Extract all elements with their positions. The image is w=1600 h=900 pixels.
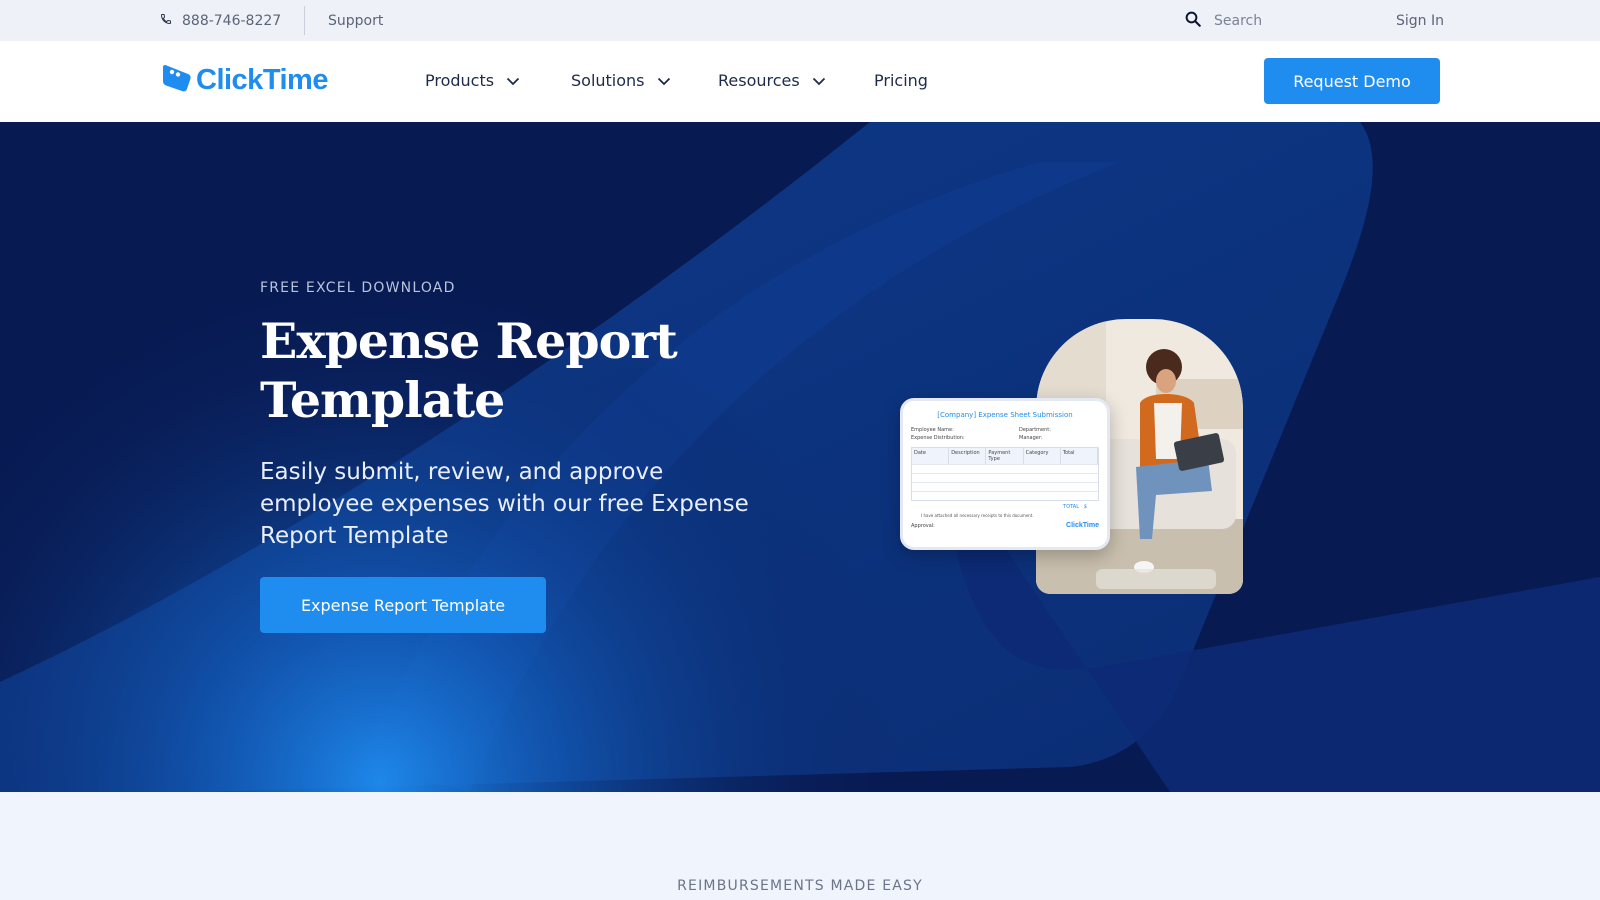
hero-eyebrow: FREE EXCEL DOWNLOAD xyxy=(260,280,456,296)
sheet-field-label: Department: xyxy=(1019,427,1051,433)
logo-text: ClickTime xyxy=(196,63,328,96)
nav-solutions[interactable]: Solutions xyxy=(571,41,671,119)
phone-number: 888-746-8227 xyxy=(182,12,282,29)
nav-label: Resources xyxy=(718,70,800,90)
logo[interactable]: ClickTime xyxy=(160,63,328,97)
hero-subtitle: Easily submit, review, and approve emplo… xyxy=(260,459,749,549)
sheet-table-row xyxy=(912,482,1098,491)
sheet-column: Date xyxy=(912,448,950,464)
nav-pricing[interactable]: Pricing xyxy=(874,41,928,119)
phone-icon xyxy=(160,13,172,29)
sheet-field-label: Manager: xyxy=(1019,435,1043,441)
sheet-note: I have attached all necessary receipts t… xyxy=(921,513,1034,518)
sheet-table-row xyxy=(912,464,1098,473)
main-nav: ClickTime Products Solutions Resources P… xyxy=(0,41,1600,122)
phone-link[interactable]: 888-746-8227 xyxy=(160,0,281,41)
utility-divider xyxy=(304,6,305,35)
nav-label: Products xyxy=(425,70,495,90)
nav-resources[interactable]: Resources xyxy=(718,41,826,119)
reimbursements-section: REIMBURSEMENTS MADE EASY xyxy=(0,792,1600,900)
sheet-column: Payment Type xyxy=(986,448,1024,464)
utility-bar: 888-746-8227 Support Search Sign In xyxy=(0,0,1600,41)
expense-template-button[interactable]: Expense Report Template xyxy=(260,577,546,633)
sheet-logo: ClickTime xyxy=(1066,522,1099,529)
nav-products[interactable]: Products xyxy=(425,41,520,119)
chevron-down-icon xyxy=(506,71,520,90)
search-placeholder[interactable]: Search xyxy=(1214,13,1262,29)
sheet-approval-row: Approval: ClickTime xyxy=(911,522,1099,529)
sheet-table-row xyxy=(912,491,1098,500)
chevron-down-icon xyxy=(657,71,671,90)
sheet-field-label: Expense Distribution: xyxy=(911,435,965,441)
sheet-total-value: $ xyxy=(1083,504,1087,510)
sheet-table-row xyxy=(912,473,1098,482)
nav-label: Pricing xyxy=(874,70,928,90)
sheet-table-header: Date Description Payment Type Category T… xyxy=(912,448,1099,464)
sheet-approval-label: Approval: xyxy=(911,522,935,529)
search-icon[interactable] xyxy=(1184,10,1202,32)
hero-section: FREE EXCEL DOWNLOAD Expense Report Templ… xyxy=(0,122,1600,792)
chevron-down-icon xyxy=(812,71,826,90)
sign-in-link[interactable]: Sign In xyxy=(1396,0,1444,41)
expense-sheet-preview: [Company] Expense Sheet Submission Emplo… xyxy=(900,398,1110,550)
support-link[interactable]: Support xyxy=(328,0,383,41)
sheet-column: Category xyxy=(1024,448,1061,464)
search-field[interactable]: Search xyxy=(1184,0,1262,41)
sheet-table: Date Description Payment Type Category T… xyxy=(911,447,1099,501)
hero-background xyxy=(0,122,1600,792)
nav-label: Solutions xyxy=(571,70,645,90)
sheet-column: Description xyxy=(949,448,987,464)
sheet-total-label: TOTAL xyxy=(1063,504,1080,510)
sheet-title: [Company] Expense Sheet Submission xyxy=(937,411,1073,419)
sheet-column: Total xyxy=(1061,448,1099,464)
sheet-field-label: Employee Name: xyxy=(911,427,954,433)
sheet-row: Employee Name: Department: xyxy=(911,427,1099,433)
hero-title: Expense Report Template xyxy=(260,312,678,429)
clicktime-logo-icon xyxy=(160,63,194,97)
sheet-row: Expense Distribution: Manager: xyxy=(911,435,1099,441)
sheet-total: TOTAL $ xyxy=(911,504,1099,510)
section-eyebrow: REIMBURSEMENTS MADE EASY xyxy=(677,878,923,894)
request-demo-button[interactable]: Request Demo xyxy=(1264,58,1440,104)
